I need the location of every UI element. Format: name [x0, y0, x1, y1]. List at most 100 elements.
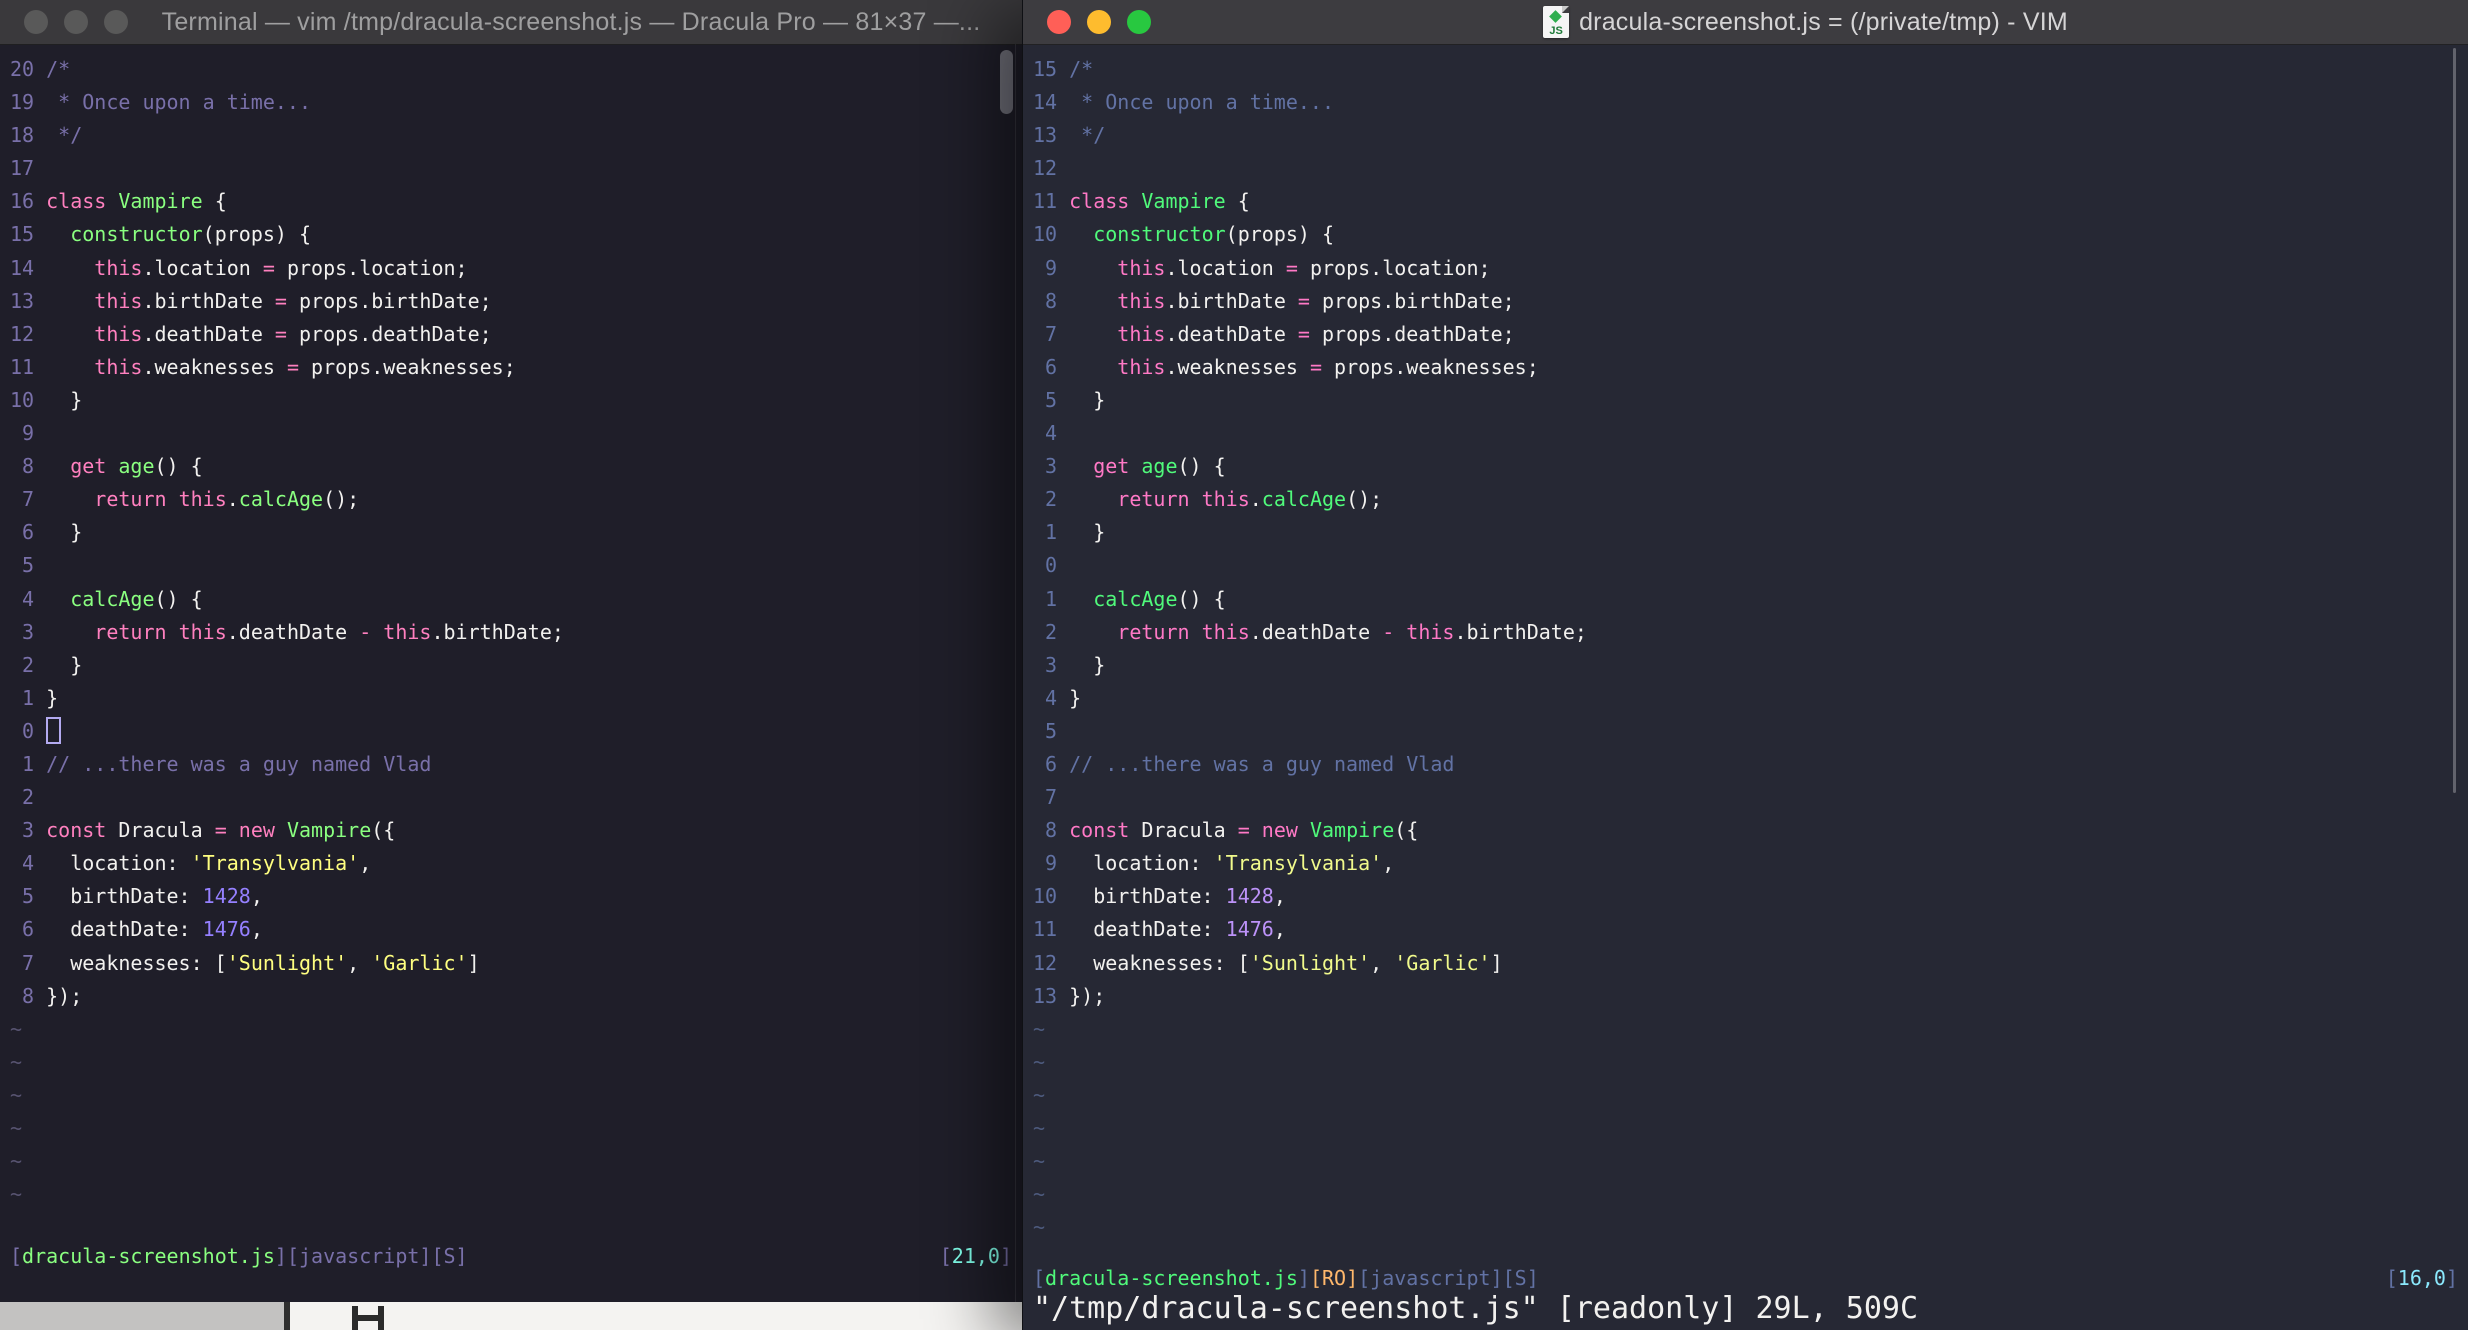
line-number: 8	[22, 983, 35, 1008]
code-line: 2 return this.calcAge();	[1033, 483, 2468, 516]
line-number: 1	[1045, 520, 1058, 545]
line-number: 17	[10, 156, 35, 181]
zoom-button[interactable]	[104, 10, 128, 34]
code-line: 6 this.weaknesses = props.weaknesses;	[1033, 351, 2468, 384]
line-number: 5	[1045, 718, 1058, 743]
line-number: 13	[10, 288, 35, 313]
code-line: 9 location: 'Transylvania',	[1033, 847, 2468, 880]
close-button[interactable]	[1047, 10, 1071, 34]
line-number: 12	[1033, 156, 1058, 181]
line-number: 4	[22, 586, 35, 611]
line-number: 3	[22, 619, 35, 644]
empty-line-tilde: ~	[10, 1016, 23, 1041]
empty-line-tilde: ~	[10, 1116, 23, 1140]
line-number: 7	[1045, 785, 1058, 810]
line-number: 14	[1033, 90, 1058, 115]
line-number: 20	[10, 57, 35, 81]
empty-line-tilde: ~	[10, 1049, 23, 1074]
code-line: 5 birthDate: 1428,	[10, 880, 1022, 913]
code-line: 3 return this.deathDate - this.birthDate…	[10, 616, 1022, 649]
vim-buffer-left[interactable]: 20 /* 19 * Once upon a time... 18 */17 16 …	[0, 44, 1022, 1302]
line-number: 2	[1045, 487, 1058, 512]
zoom-button[interactable]	[1127, 10, 1151, 34]
code-line: 6 // ...there was a guy named Vlad	[1033, 748, 2468, 781]
code-line: 7	[1033, 781, 2468, 814]
line-number: 8	[1045, 288, 1058, 313]
code-line: 12	[1033, 152, 2468, 185]
code-line: 13 });	[1033, 980, 2468, 1013]
line-number: 10	[1033, 222, 1058, 247]
line-number: 6	[1045, 751, 1058, 776]
code-line: 15 /*	[1033, 53, 2468, 86]
line-number: 15	[10, 222, 35, 247]
code-line: 11 deathDate: 1476,	[1033, 913, 2468, 946]
code-line: 0	[10, 715, 1022, 748]
close-button[interactable]	[24, 10, 48, 34]
background-page-text-fragment	[352, 1306, 384, 1330]
code-line: 14 * Once upon a time...	[1033, 86, 2468, 119]
minimize-button[interactable]	[1087, 10, 1111, 34]
code-line: 7 weaknesses: ['Sunlight', 'Garlic']	[10, 947, 1022, 980]
scrollbar-track[interactable]	[1015, 44, 1016, 1302]
scrollbar-thumb[interactable]	[2453, 48, 2456, 793]
code-line: 7 return this.calcAge();	[10, 483, 1022, 516]
code-line: 14 this.location = props.location;	[10, 252, 1022, 285]
line-number: 6	[22, 917, 35, 942]
code-line: 5	[10, 549, 1022, 582]
line-number: 7	[1045, 321, 1058, 346]
code-line: 13 */	[1033, 119, 2468, 152]
macvim-titlebar[interactable]: JS dracula-screenshot.js = (/private/tmp…	[1023, 0, 2468, 45]
terminal-window-title: Terminal — vim /tmp/dracula-screenshot.j…	[161, 7, 981, 36]
line-number: 13	[1033, 983, 1058, 1008]
line-number: 0	[1045, 553, 1058, 578]
empty-line-tilde: ~	[1033, 1149, 1046, 1174]
code-line: 18 */	[10, 119, 1022, 152]
empty-line-tilde: ~	[10, 1149, 23, 1174]
line-number: 11	[1033, 189, 1058, 214]
code-line: 12 weaknesses: ['Sunlight', 'Garlic']	[1033, 947, 2468, 980]
line-number: 7	[22, 487, 35, 512]
line-number: 12	[1033, 950, 1058, 975]
empty-line-tilde: ~	[1033, 1116, 1046, 1140]
vim-statusline-left: [dracula-screenshot.js][javascript][S] […	[10, 1240, 1012, 1273]
line-number: 4	[1045, 421, 1058, 446]
line-number: 8	[22, 454, 35, 479]
code-line: 2 return this.deathDate - this.birthDate…	[1033, 616, 2468, 649]
scrollbar-thumb[interactable]	[1000, 50, 1013, 114]
desktop: { "desktop": { "strip_left_bg": "#c3c2c1…	[0, 0, 2468, 1330]
line-number: 16	[10, 189, 35, 214]
empty-line-tilde: ~	[1033, 1215, 1046, 1240]
line-number: 7	[22, 950, 35, 975]
macvim-window: JS dracula-screenshot.js = (/private/tmp…	[1022, 0, 2468, 1330]
page-fold-icon	[1562, 6, 1570, 13]
line-number: 5	[1045, 387, 1058, 412]
code-line: 8 const Dracula = new Vampire({	[1033, 814, 2468, 847]
code-line: 10 }	[10, 384, 1022, 417]
macvim-window-title: dracula-screenshot.js = (/private/tmp) -…	[1579, 7, 2068, 36]
statusline-cursor-position: [21,0]	[939, 1244, 1012, 1268]
code-line: 20 /*	[10, 53, 1022, 86]
vim-buffer-right[interactable]: 15 /* 14 * Once upon a time... 13 */12 11 …	[1023, 44, 2468, 1330]
terminal-window: Terminal — vim /tmp/dracula-screenshot.j…	[0, 0, 1022, 1302]
code-line: 4 }	[1033, 682, 2468, 715]
line-number: 6	[22, 520, 35, 545]
code-line: 1 }	[1033, 516, 2468, 549]
line-number: 10	[1033, 884, 1058, 909]
code-line: 11 class Vampire {	[1033, 185, 2468, 218]
line-number: 13	[1033, 123, 1058, 148]
code-line: 8 this.birthDate = props.birthDate;	[1033, 285, 2468, 318]
code-line: 15 constructor(props) {	[10, 218, 1022, 251]
line-number: 3	[22, 818, 35, 843]
vim-command-line: "/tmp/dracula-screenshot.js" [readonly] …	[1033, 1291, 1919, 1326]
background-page-strip-light	[290, 1300, 1022, 1330]
line-number: 12	[10, 321, 35, 346]
minimize-button[interactable]	[64, 10, 88, 34]
code-line: 16 class Vampire {	[10, 185, 1022, 218]
code-line: 4 location: 'Transylvania',	[10, 847, 1022, 880]
terminal-titlebar[interactable]: Terminal — vim /tmp/dracula-screenshot.j…	[0, 0, 1022, 45]
code-line: 8 });	[10, 980, 1022, 1013]
code-line: 10 birthDate: 1428,	[1033, 880, 2468, 913]
line-number: 4	[22, 851, 35, 876]
code-line: 1 // ...there was a guy named Vlad	[10, 748, 1022, 781]
line-number: 14	[10, 255, 35, 280]
